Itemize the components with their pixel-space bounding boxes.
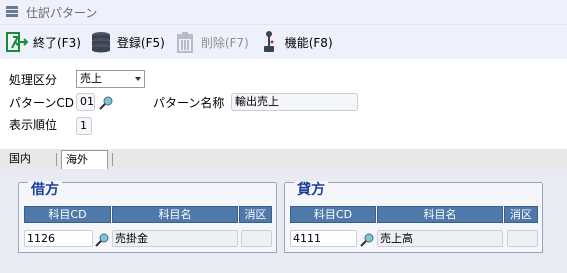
credit-name-field: 売上高: [377, 230, 503, 247]
group-border-line: [19, 182, 28, 183]
credit-header-tax: 消区: [504, 206, 538, 223]
database-app-icon: [6, 6, 18, 17]
register-button[interactable]: 登録(F5): [86, 27, 168, 57]
exit-button[interactable]: 終了(F3): [2, 27, 84, 57]
debit-title: 借方: [28, 181, 62, 199]
exit-button-label: 終了(F3): [33, 35, 81, 50]
debit-group: 借方 科目CD 科目名 消区 1126 売掛金: [18, 181, 277, 253]
debit-code-field[interactable]: 1126: [24, 230, 93, 247]
toolbar: 終了(F3) 登録(F5) 削除(F7) 機能(F8): [0, 25, 567, 59]
pattern-form: 処理区分 売上 パターンCD 01 パターン名称 輸出売上 表示順位 1: [0, 59, 567, 149]
credit-header-name: 科目名: [377, 206, 503, 223]
function-button-label: 機能(F8): [284, 35, 333, 50]
credit-title: 貸方: [294, 181, 328, 199]
register-button-label: 登録(F5): [116, 35, 165, 50]
trash-icon: [173, 30, 197, 54]
delete-button-label: 削除(F7): [200, 35, 249, 50]
journal-content: 借方 科目CD 科目名 消区 1126 売掛金 貸方 科目CD 科目名 消区 4…: [0, 169, 567, 273]
tab-divider: [56, 153, 57, 166]
title-bar: 仕訳パターン: [0, 0, 567, 25]
credit-group: 貸方 科目CD 科目名 消区 4111 売上高: [284, 181, 543, 253]
tab-overseas[interactable]: 海外: [61, 150, 108, 169]
window-title: 仕訳パターン: [26, 5, 98, 20]
display-order-field[interactable]: 1: [76, 117, 92, 135]
credit-code-field[interactable]: 4111: [290, 230, 357, 247]
category-select[interactable]: 売上: [76, 70, 145, 88]
category-label: 処理区分: [9, 73, 58, 87]
chevron-down-icon: [135, 77, 141, 81]
debit-header-code: 科目CD: [24, 206, 111, 223]
display-order-label: 表示順位: [9, 118, 58, 132]
debit-header-name: 科目名: [112, 206, 238, 223]
category-select-value: 売上: [80, 72, 102, 85]
credit-tax-field[interactable]: [507, 230, 538, 247]
tab-strip: 国内 海外: [0, 149, 567, 169]
debit-name-field: 売掛金: [112, 230, 238, 247]
group-border-line: [328, 182, 542, 183]
pattern-cd-field[interactable]: 01: [76, 93, 95, 111]
pattern-cd-label: パターンCD: [9, 96, 75, 110]
tab-divider: [112, 153, 113, 166]
group-border-line: [285, 182, 294, 183]
joystick-icon: [257, 30, 281, 54]
debit-tax-field[interactable]: [241, 230, 272, 247]
database-icon: [89, 30, 113, 54]
credit-search-icon[interactable]: [360, 233, 374, 247]
delete-button[interactable]: 削除(F7): [170, 27, 252, 57]
debit-search-icon[interactable]: [95, 233, 109, 247]
credit-header-code: 科目CD: [290, 206, 376, 223]
tab-domestic[interactable]: 国内: [9, 150, 31, 169]
exit-icon: [5, 30, 29, 54]
pattern-name-field[interactable]: 輸出売上: [231, 93, 358, 111]
pattern-search-icon[interactable]: [99, 96, 113, 110]
group-border-line: [62, 182, 276, 183]
function-button[interactable]: 機能(F8): [254, 27, 336, 57]
pattern-name-label: パターン名称: [153, 96, 225, 110]
debit-header-tax: 消区: [239, 206, 272, 223]
